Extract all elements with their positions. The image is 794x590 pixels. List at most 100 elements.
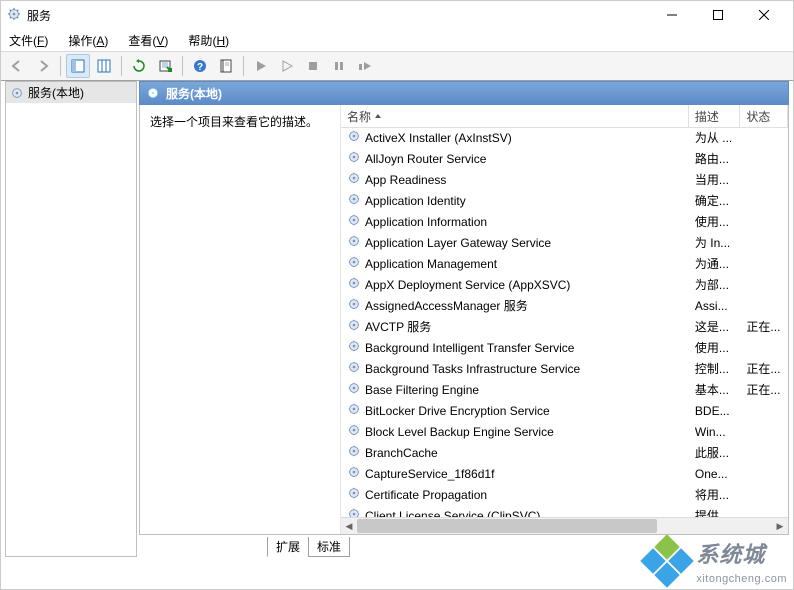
service-desc: 确定... — [689, 192, 741, 209]
table-row[interactable]: Block Level Backup Engine ServiceWin... — [341, 421, 788, 442]
console-tree: 服务(本地) — [5, 81, 137, 557]
tree-item-label: 服务(本地) — [28, 84, 84, 101]
toolbar-stop[interactable] — [301, 54, 325, 78]
body: 服务(本地) 服务(本地) 选择一个项目来查看它的描述。 名称 描述 状态 — [1, 79, 793, 559]
service-icon — [347, 213, 361, 230]
toolbar-properties[interactable] — [214, 54, 238, 78]
service-desc: 这是... — [689, 318, 741, 335]
service-desc: 基本... — [689, 381, 741, 398]
toolbar-pause[interactable] — [327, 54, 351, 78]
minimize-button[interactable] — [649, 1, 695, 29]
toolbar-forward[interactable] — [31, 54, 55, 78]
service-name: Application Information — [365, 215, 487, 229]
list-header: 名称 描述 状态 — [341, 105, 788, 128]
services-app-icon — [7, 7, 21, 24]
service-name: Application Identity — [365, 194, 466, 208]
table-row[interactable]: Background Intelligent Transfer Service 使… — [341, 337, 788, 358]
service-icon — [347, 360, 361, 377]
service-name: AVCTP 服务 — [365, 318, 431, 335]
table-row[interactable]: AllJoyn Router Service路由... — [341, 148, 788, 169]
service-icon — [347, 402, 361, 419]
service-icon — [347, 255, 361, 272]
content: 选择一个项目来查看它的描述。 名称 描述 状态 ActiveX Installe… — [139, 105, 789, 535]
table-row[interactable]: BranchCache此服... — [341, 442, 788, 463]
service-desc: 控制... — [689, 360, 741, 377]
table-row[interactable]: Application Layer Gateway Service为 In... — [341, 232, 788, 253]
details-prompt: 选择一个项目来查看它的描述。 — [150, 113, 330, 130]
toolbar-start[interactable] — [249, 54, 273, 78]
toolbar-export[interactable] — [153, 54, 177, 78]
service-desc: 使用... — [689, 339, 741, 356]
table-row[interactable]: BitLocker Drive Encryption ServiceBDE... — [341, 400, 788, 421]
table-row[interactable]: ActiveX Installer (AxInstSV) 为从 ... — [341, 127, 788, 148]
service-icon — [347, 381, 361, 398]
category-title: 服务(本地) — [166, 85, 222, 102]
toolbar-refresh[interactable] — [127, 54, 151, 78]
toolbar-separator — [182, 56, 183, 76]
service-desc: 为从 ... — [689, 129, 741, 146]
horizontal-scrollbar[interactable]: ◀ ▶ — [341, 517, 788, 534]
column-header-desc[interactable]: 描述 — [689, 105, 741, 127]
table-row[interactable]: CaptureService_1f86d1fOne... — [341, 463, 788, 484]
service-icon — [347, 339, 361, 356]
menu-action[interactable]: 操作(A) — [64, 32, 112, 49]
service-name: BranchCache — [365, 446, 438, 460]
tab-extended[interactable]: 扩展 — [267, 537, 309, 557]
service-name: Background Intelligent Transfer Service — [365, 341, 574, 355]
menu-view[interactable]: 查看(V) — [124, 32, 172, 49]
service-icon — [347, 423, 361, 440]
tab-standard[interactable]: 标准 — [308, 537, 350, 557]
watermark-url: xitongcheng.com — [696, 573, 787, 585]
service-name: Application Management — [365, 257, 497, 271]
toolbar: ? — [1, 51, 793, 81]
toolbar-tree-toggle[interactable] — [66, 54, 90, 78]
services-window: 服务 文件(F) 操作(A) 查看(V) 帮助(H) ? — [0, 0, 794, 590]
service-desc: Assi... — [689, 299, 741, 313]
service-desc: 路由... — [689, 150, 741, 167]
service-desc: 为 In... — [689, 234, 741, 251]
toolbar-resume[interactable] — [275, 54, 299, 78]
service-name: Certificate Propagation — [365, 488, 487, 502]
maximize-button[interactable] — [695, 1, 741, 29]
service-icon — [347, 234, 361, 251]
tree-item-services-local[interactable]: 服务(本地) — [6, 82, 136, 103]
table-row[interactable]: Background Tasks Infrastructure Service控… — [341, 358, 788, 379]
close-button[interactable] — [741, 1, 787, 29]
service-status: 正在... — [740, 318, 788, 335]
service-name: BitLocker Drive Encryption Service — [365, 404, 550, 418]
table-row[interactable]: Certificate Propagation将用... — [341, 484, 788, 505]
table-row[interactable]: App Readiness当用... — [341, 169, 788, 190]
menu-help[interactable]: 帮助(H) — [184, 32, 233, 49]
menu-bar: 文件(F) 操作(A) 查看(V) 帮助(H) — [1, 29, 793, 51]
service-icon — [347, 486, 361, 503]
service-desc: 使用... — [689, 213, 741, 230]
toolbar-columns[interactable] — [92, 54, 116, 78]
service-desc: 为部... — [689, 276, 741, 293]
column-header-name[interactable]: 名称 — [341, 105, 689, 127]
titlebar: 服务 — [1, 1, 793, 29]
table-row[interactable]: AppX Deployment Service (AppXSVC)为部... — [341, 274, 788, 295]
column-header-status[interactable]: 状态 — [740, 105, 788, 127]
table-row[interactable]: AssignedAccessManager 服务Assi... — [341, 295, 788, 316]
toolbar-back[interactable] — [5, 54, 29, 78]
table-row[interactable]: Application Information 使用... — [341, 211, 788, 232]
service-name: App Readiness — [365, 173, 446, 187]
services-list: 名称 描述 状态 ActiveX Installer (AxInstSV) 为从 … — [340, 105, 788, 534]
scroll-left-arrow[interactable]: ◀ — [341, 518, 357, 534]
service-status: 正在... — [740, 360, 788, 377]
scroll-thumb[interactable] — [357, 519, 657, 533]
table-row[interactable]: Application Identity 确定... — [341, 190, 788, 211]
menu-file[interactable]: 文件(F) — [5, 32, 52, 49]
table-row[interactable]: Application Management为通... — [341, 253, 788, 274]
toolbar-help[interactable]: ? — [188, 54, 212, 78]
list-body: ActiveX Installer (AxInstSV) 为从 ... AllJoy… — [341, 127, 788, 518]
service-name: ActiveX Installer (AxInstSV) — [365, 131, 512, 145]
service-icon — [347, 129, 361, 146]
toolbar-restart[interactable] — [353, 54, 377, 78]
scroll-right-arrow[interactable]: ▶ — [772, 518, 788, 534]
table-row[interactable]: Base Filtering Engine基本...正在... — [341, 379, 788, 400]
service-name: Base Filtering Engine — [365, 383, 479, 397]
table-row[interactable]: AVCTP 服务 这是...正在... — [341, 316, 788, 337]
details-pane: 选择一个项目来查看它的描述。 — [140, 105, 340, 534]
service-icon — [347, 444, 361, 461]
